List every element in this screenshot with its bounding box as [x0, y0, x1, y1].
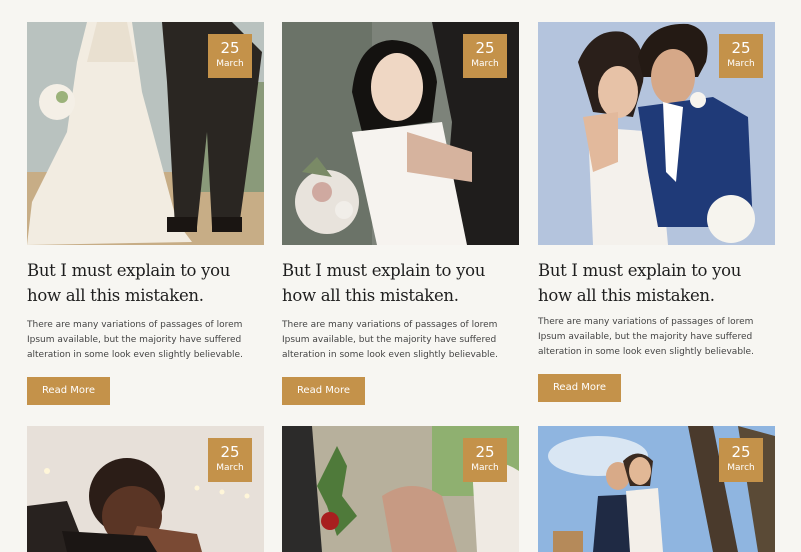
post-image[interactable]: 25 March: [538, 22, 775, 245]
date-day: 25: [731, 443, 751, 461]
post-title[interactable]: But I must explain to you how all this m…: [538, 258, 775, 308]
date-day: 25: [475, 39, 495, 57]
read-more-button[interactable]: Read More: [538, 374, 621, 402]
date-month: March: [727, 59, 755, 69]
date-badge: 25 March: [208, 34, 252, 78]
date-month: March: [471, 463, 499, 473]
post-title[interactable]: But I must explain to you how all this m…: [27, 258, 264, 308]
post-image[interactable]: 25 March: [27, 426, 264, 552]
date-month: March: [216, 463, 244, 473]
date-day: 25: [220, 443, 240, 461]
date-badge: 25 March: [463, 34, 507, 78]
post-image[interactable]: 25 March: [27, 22, 264, 245]
date-badge: 25 March: [208, 438, 252, 482]
read-more-button[interactable]: Read More: [27, 377, 110, 405]
post-excerpt: There are many variations of passages of…: [282, 320, 498, 360]
post-title[interactable]: But I must explain to you how all this m…: [282, 258, 519, 308]
post-excerpt: There are many variations of passages of…: [538, 317, 754, 357]
date-badge: 25 March: [719, 438, 763, 482]
date-badge: 25 March: [463, 438, 507, 482]
date-month: March: [216, 59, 244, 69]
date-day: 25: [475, 443, 495, 461]
date-badge: 25 March: [719, 34, 763, 78]
date-day: 25: [220, 39, 240, 57]
post-excerpt: There are many variations of passages of…: [27, 320, 243, 360]
post-image[interactable]: 25 March: [282, 22, 519, 245]
date-month: March: [471, 59, 499, 69]
date-month: March: [727, 463, 755, 473]
post-image[interactable]: 25 March: [282, 426, 519, 552]
read-more-button[interactable]: Read More: [282, 377, 365, 405]
post-image[interactable]: 25 March: [538, 426, 775, 552]
date-day: 25: [731, 39, 751, 57]
